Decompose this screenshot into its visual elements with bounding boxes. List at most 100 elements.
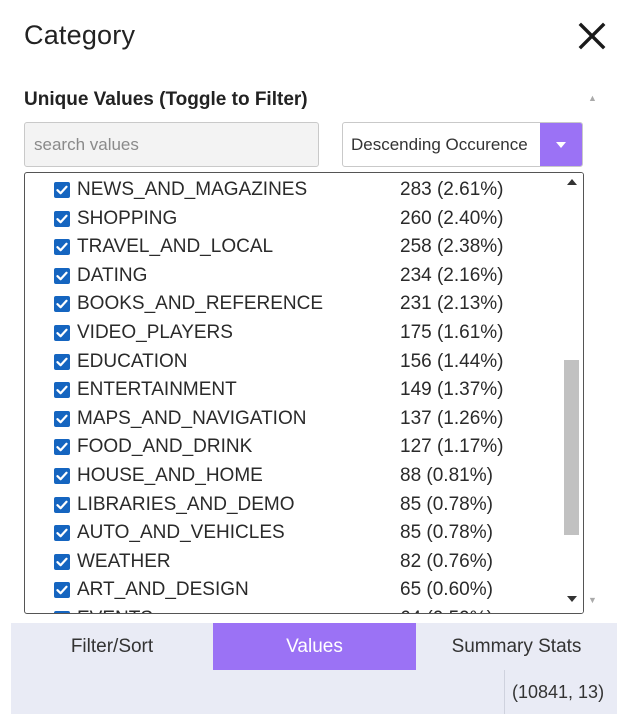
item-label: NEWS_AND_MAGAZINES — [77, 179, 308, 200]
item-label: TRAVEL_AND_LOCAL — [77, 236, 274, 258]
scroll-up-icon[interactable]: ▲ — [588, 94, 597, 103]
scroll-down-icon[interactable]: ▼ — [588, 596, 597, 605]
item-count: 258 (2.38%) — [400, 236, 504, 258]
item-label: ENTERTAINMENT — [77, 379, 237, 401]
item-checkbox[interactable] — [54, 325, 70, 341]
item-count: 283 (2.61%) — [400, 179, 504, 200]
checkmark-icon — [56, 586, 68, 595]
item-checkbox[interactable] — [54, 496, 70, 513]
scroll-down-icon[interactable] — [567, 596, 577, 602]
item-checkbox[interactable] — [54, 210, 70, 227]
list-item[interactable]: MAPS_AND_NAVIGATION 137 (1.26%) — [25, 405, 560, 434]
list-item[interactable]: EVENTS 64 (0.59%) — [25, 605, 560, 613]
checkmark-icon — [56, 557, 68, 567]
tab-summary-stats[interactable]: Summary Stats — [416, 623, 617, 670]
item-checkbox[interactable] — [54, 439, 70, 456]
list-item[interactable]: EDUCATION 156 (1.44%) — [25, 348, 560, 377]
panel-title: Category — [24, 20, 136, 50]
item-label: EVENTS — [77, 608, 153, 613]
item-checkbox[interactable] — [54, 296, 70, 313]
checkmark-icon — [56, 300, 68, 309]
scroll-up-icon[interactable] — [567, 179, 577, 185]
item-label: ART_AND_DESIGN — [77, 579, 249, 601]
item-checkbox[interactable] — [54, 353, 70, 370]
item-count: 156 (1.44%) — [400, 350, 504, 372]
item-count: 64 (0.59%) — [400, 608, 493, 613]
item-count: 82 (0.76%) — [400, 550, 493, 572]
item-checkbox[interactable] — [54, 582, 70, 599]
list-item[interactable]: WEATHER 82 (0.76%) — [25, 548, 560, 577]
list-item[interactable]: TRAVEL_AND_LOCAL 258 (2.38%) — [25, 233, 560, 262]
checkmark-icon — [56, 214, 68, 223]
item-count: 231 (2.13%) — [400, 293, 504, 315]
item-checkbox[interactable] — [54, 468, 70, 484]
sort-order-value: Descending Occurence — [351, 135, 528, 154]
list-item[interactable]: SHOPPING 260 (2.40%) — [25, 205, 560, 234]
list-scrollbar[interactable] — [561, 173, 583, 613]
item-checkbox[interactable] — [54, 611, 70, 613]
item-count: 127 (1.17%) — [400, 436, 504, 458]
item-count: 175 (1.61%) — [400, 322, 504, 343]
item-count: 85 (0.78%) — [400, 522, 493, 544]
list-item[interactable]: LIBRARIES_AND_DEMO 85 (0.78%) — [25, 491, 560, 520]
dataframe-shape: (10841, 13) — [512, 682, 605, 702]
item-label: SHOPPING — [77, 207, 178, 229]
search-values-input[interactable] — [24, 122, 319, 167]
panel-scrollbar[interactable]: ▲ ▼ — [584, 86, 600, 614]
item-count: 88 (0.81%) — [400, 465, 493, 486]
scrollbar-thumb[interactable] — [564, 360, 579, 535]
checkmark-icon — [56, 385, 68, 395]
list-item[interactable]: BOOKS_AND_REFERENCE 231 (2.13%) — [25, 290, 560, 319]
sort-dropdown-button[interactable] — [540, 123, 582, 166]
close-icon — [578, 22, 606, 50]
checkmark-icon — [56, 443, 68, 452]
item-count: 234 (2.16%) — [400, 264, 504, 286]
tab-filter-sort[interactable]: Filter/Sort — [11, 623, 213, 670]
tab-bar: Filter/Sort Values Summary Stats — [11, 623, 617, 670]
item-label: DATING — [77, 264, 148, 286]
item-count: 137 (1.26%) — [400, 407, 504, 429]
section-heading: Unique Values (Toggle to Filter) — [24, 89, 308, 110]
checkmark-icon — [56, 528, 68, 538]
item-label: HOUSE_AND_HOME — [77, 465, 263, 486]
list-item[interactable]: NEWS_AND_MAGAZINES 283 (2.61%) — [25, 176, 560, 205]
checkmark-icon — [56, 500, 68, 509]
item-label: AUTO_AND_VEHICLES — [77, 522, 285, 544]
item-label: EDUCATION — [77, 350, 188, 372]
list-item[interactable]: ENTERTAINMENT 149 (1.37%) — [25, 376, 560, 405]
value-rows: NEWS_AND_MAGAZINES 283 (2.61%) SHOPPING 260… — [25, 173, 560, 613]
item-checkbox[interactable] — [54, 267, 70, 284]
tab-values[interactable]: Values — [213, 623, 416, 670]
checkmark-icon — [56, 185, 68, 195]
item-count: 260 (2.40%) — [400, 207, 504, 229]
list-item[interactable]: AUTO_AND_VEHICLES 85 (0.78%) — [25, 519, 560, 548]
item-label: VIDEO_PLAYERS — [77, 322, 233, 343]
close-button[interactable] — [574, 18, 610, 54]
checkmark-icon — [56, 242, 68, 252]
item-label: LIBRARIES_AND_DEMO — [77, 493, 295, 515]
column-detail-panel: Category ▲ ▼ Unique Values (Toggle to Fi… — [0, 0, 617, 714]
item-checkbox[interactable] — [54, 553, 70, 570]
item-count: 149 (1.37%) — [400, 379, 504, 401]
item-checkbox[interactable] — [54, 525, 70, 542]
checkmark-icon — [56, 271, 68, 281]
item-count: 85 (0.78%) — [400, 493, 493, 515]
item-checkbox[interactable] — [54, 182, 70, 198]
status-bar: (10841, 13) — [11, 670, 617, 714]
sort-order-select[interactable]: Descending Occurence — [342, 122, 583, 167]
item-label: WEATHER — [77, 550, 171, 572]
item-checkbox[interactable] — [54, 382, 70, 399]
item-checkbox[interactable] — [54, 239, 70, 256]
list-item[interactable]: VIDEO_PLAYERS 175 (1.61%) — [25, 319, 560, 348]
list-item[interactable]: FOOD_AND_DRINK 127 (1.17%) — [25, 433, 560, 462]
chevron-down-icon — [556, 142, 566, 148]
checkmark-icon — [56, 357, 68, 366]
status-divider — [504, 670, 505, 714]
item-count: 65 (0.60%) — [400, 579, 493, 601]
checkmark-icon — [56, 328, 68, 338]
list-item[interactable]: HOUSE_AND_HOME 88 (0.81%) — [25, 462, 560, 491]
item-checkbox[interactable] — [54, 410, 70, 427]
list-item[interactable]: DATING 234 (2.16%) — [25, 262, 560, 291]
list-item[interactable]: ART_AND_DESIGN 65 (0.60%) — [25, 576, 560, 605]
unique-values-list[interactable]: NEWS_AND_MAGAZINES 283 (2.61%) SHOPPING 260… — [24, 172, 584, 614]
